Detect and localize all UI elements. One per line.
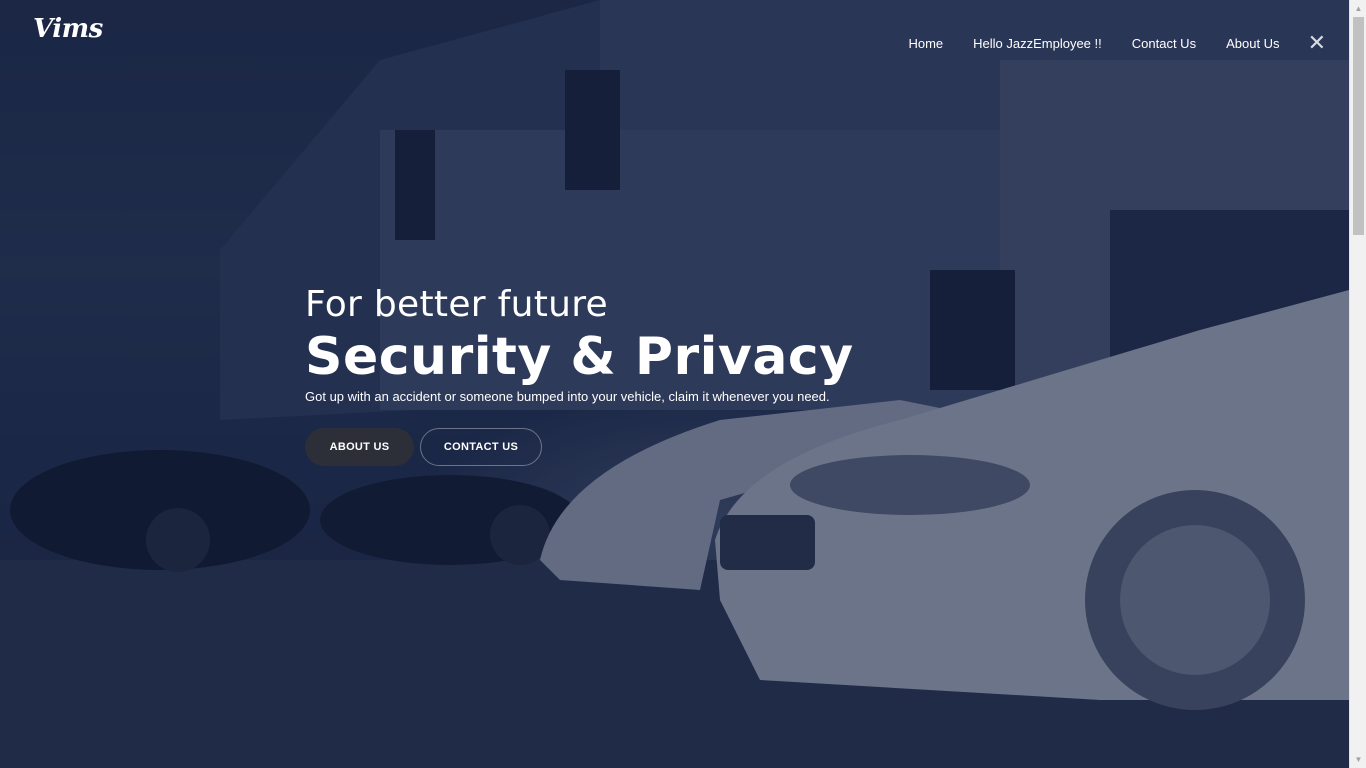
brand-logo[interactable]: Vims bbox=[33, 14, 103, 44]
close-icon[interactable]: ✕ bbox=[1308, 32, 1326, 54]
nav-home[interactable]: Home bbox=[908, 36, 943, 51]
vertical-scrollbar[interactable]: ▲ ▼ bbox=[1349, 0, 1366, 768]
scroll-thumb[interactable] bbox=[1353, 17, 1364, 235]
hero-kicker: For better future bbox=[305, 284, 608, 325]
nav-about-us[interactable]: About Us bbox=[1226, 36, 1279, 51]
contact-us-button[interactable]: CONTACT US bbox=[420, 428, 542, 466]
scroll-up-arrow-icon[interactable]: ▲ bbox=[1350, 0, 1366, 17]
about-us-button[interactable]: ABOUT US bbox=[305, 428, 414, 466]
hero-headline: Security & Privacy bbox=[305, 327, 854, 387]
hero-content: For better future Security & Privacy Got… bbox=[305, 284, 875, 466]
scroll-down-arrow-icon[interactable]: ▼ bbox=[1350, 751, 1366, 768]
nav-contact-us[interactable]: Contact Us bbox=[1132, 36, 1196, 51]
hero-subtext: Got up with an accident or someone bumpe… bbox=[305, 389, 830, 404]
main-nav: Home Hello JazzEmployee !! Contact Us Ab… bbox=[878, 32, 1326, 54]
nav-user-greeting[interactable]: Hello JazzEmployee !! bbox=[973, 36, 1102, 51]
hero-buttons: ABOUT US CONTACT US bbox=[305, 428, 875, 466]
